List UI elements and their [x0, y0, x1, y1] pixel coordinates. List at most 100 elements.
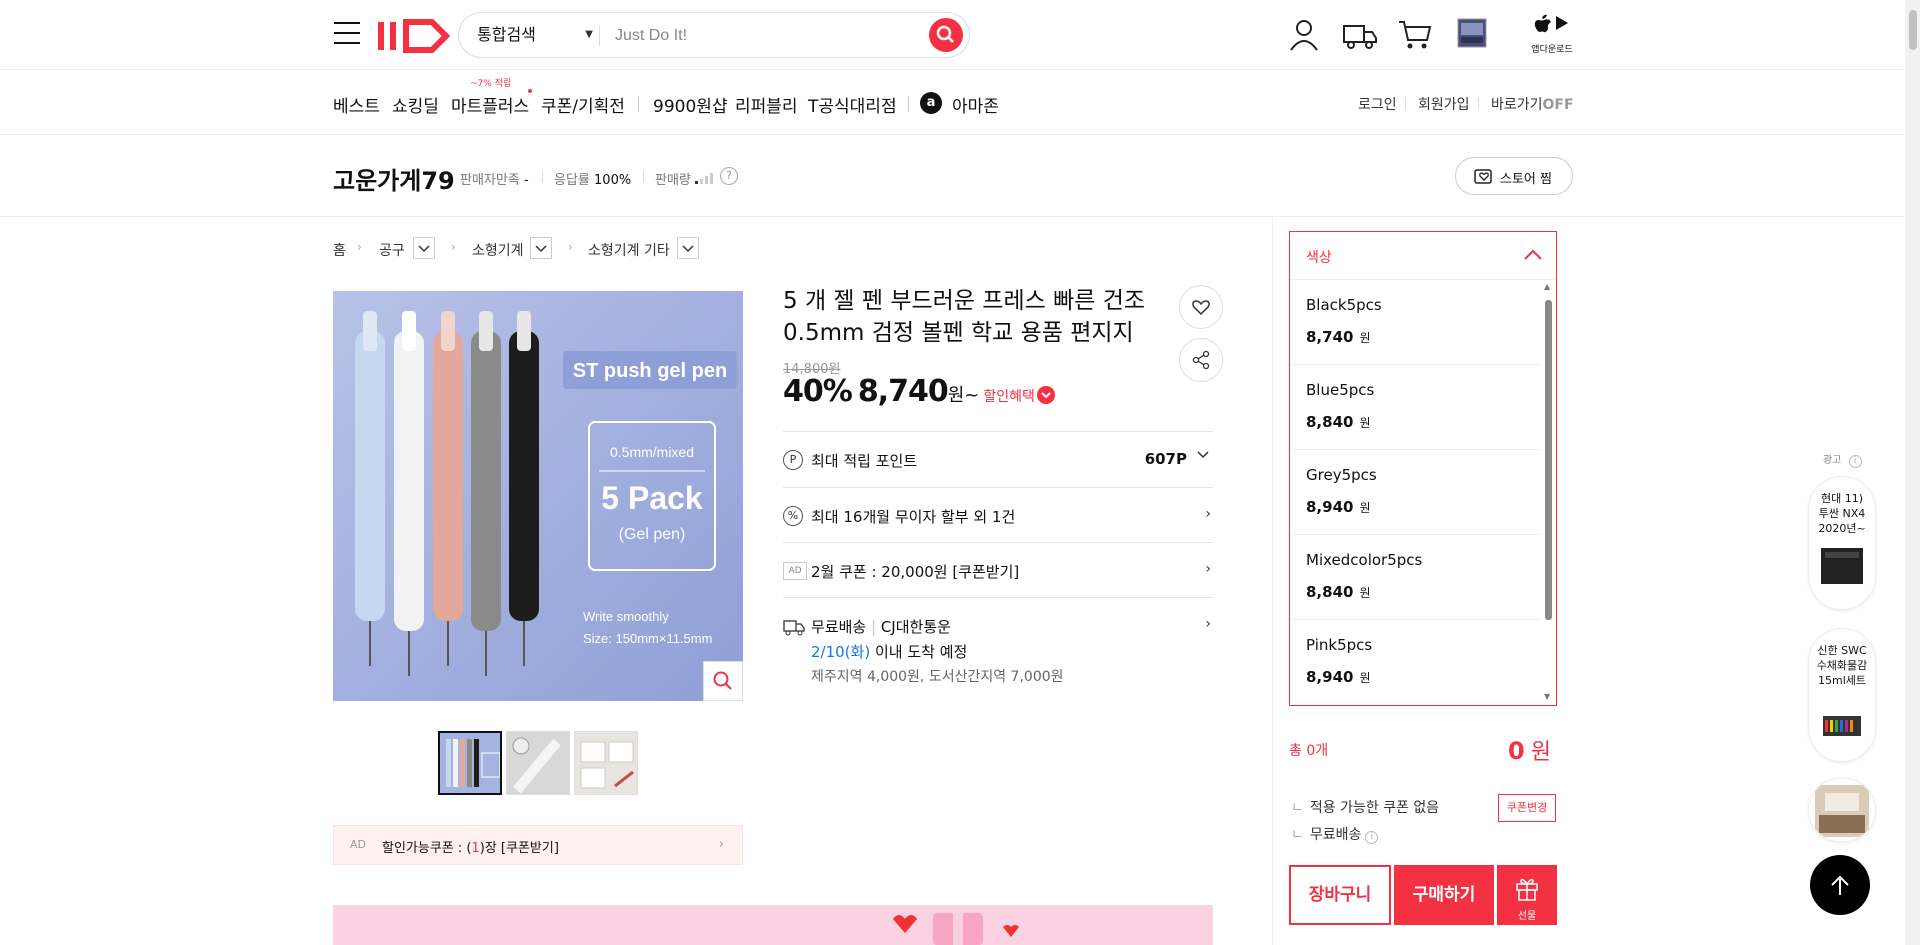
thumbnail-1[interactable] [438, 731, 502, 795]
app-download-button[interactable]: 앱다운로드 [1530, 12, 1574, 58]
option-header[interactable]: 색상 [1290, 232, 1556, 280]
points-row[interactable]: P 최대 적립 포인트 607P [783, 431, 1213, 487]
chevron-down-icon: ▼ [585, 29, 593, 40]
thumbnail-3[interactable] [574, 731, 638, 795]
option-item[interactable]: Mixedcolor5pcs 8,840 원 [1290, 535, 1540, 620]
breadcrumb-other[interactable]: 소형기계 기타 [588, 240, 670, 260]
shortcut-state: OFF [1542, 97, 1574, 113]
search-category-select[interactable]: 통합검색 ▼ [477, 13, 601, 57]
discount-benefit-link[interactable]: 할인혜택 [983, 389, 1035, 405]
store-favorite-button[interactable]: 스토어 찜 [1455, 157, 1573, 195]
delivery-truck-icon[interactable] [1340, 14, 1380, 54]
help-icon[interactable]: ? [720, 167, 738, 185]
search-button[interactable] [929, 18, 963, 52]
page-scroll-thumb[interactable] [1909, 10, 1917, 50]
sale-price: 8,740 [857, 374, 949, 409]
scroll-down-arrow[interactable]: ▼ [1544, 692, 1550, 701]
nav-item-coupon[interactable]: 쿠폰/기획전 [541, 92, 625, 117]
gift-label: 선물 [1517, 911, 1537, 922]
mart-plus-badge: ~7% 적립 [470, 79, 512, 89]
nav-item-shocking-deal[interactable]: 쇼킹딜 [392, 92, 439, 117]
chevron-right-icon: › [1205, 616, 1211, 632]
page-scrollbar[interactable] [1905, 0, 1920, 945]
logo-11st[interactable] [376, 16, 450, 54]
breadcrumb-tools[interactable]: 공구 [379, 240, 405, 260]
cart-icon[interactable] [1395, 14, 1435, 54]
ad-card-2[interactable]: 신한 SWC 수채화물감 15ml세트 [1808, 628, 1876, 762]
breadcrumb-home[interactable]: 홈 [333, 240, 346, 260]
app-download-label: 앱다운로드 [1531, 45, 1573, 55]
discount-rate: 40% [783, 374, 853, 409]
option-price: 8,940 원 [1306, 498, 1371, 516]
shipping-info: 무료배송 | CJ대한통운 [811, 618, 951, 636]
total-amount: 0원 [1508, 737, 1551, 765]
info-icon[interactable]: i [1365, 831, 1379, 844]
option-item[interactable]: Blue5pcs 8,840 원 [1290, 365, 1540, 450]
image-spec-text: 0.5mm/mixed [610, 444, 694, 460]
scroll-up-arrow[interactable]: ▲ [1544, 282, 1550, 291]
breadcrumb-dropdown[interactable] [413, 237, 435, 259]
promo-banner[interactable] [333, 905, 1213, 945]
product-main-image[interactable]: ST push gel pen 0.5mm/mixed 5 Pack (Gel … [333, 291, 743, 701]
store-heart-icon [1474, 169, 1492, 184]
store-name[interactable]: 고운가게79 [333, 161, 455, 196]
gel-pen-illustration: ST push gel pen 0.5mm/mixed 5 Pack (Gel … [333, 291, 743, 701]
divider [599, 26, 600, 46]
ad-card-3[interactable] [1808, 778, 1876, 842]
search-input[interactable] [615, 23, 905, 49]
chevron-down-circle-icon[interactable] [1036, 385, 1055, 404]
shortcut-toggle[interactable]: 바로가기OFF [1491, 94, 1574, 114]
nav-item-best[interactable]: 베스트 [333, 92, 380, 117]
coupon-row[interactable]: AD 2월 쿠폰 : 20,000원 [쿠폰받기] › [783, 542, 1213, 597]
nav-item-mart-plus[interactable]: 마트플러스 [451, 92, 529, 117]
nav-item-amazon[interactable]: 아마존 [952, 92, 999, 117]
add-to-cart-button[interactable]: 장바구니 [1289, 865, 1391, 925]
ad-tag: AD [783, 562, 807, 580]
installment-row[interactable]: % 최대 16개월 무이자 할부 외 1건 › [783, 487, 1213, 542]
divider [643, 171, 644, 183]
gift-button[interactable]: 선물 [1497, 865, 1557, 925]
thumbnail-2[interactable] [506, 731, 570, 795]
chevron-right-icon: › [451, 240, 456, 254]
coupon-change-button[interactable]: 쿠폰변경 [1498, 794, 1556, 822]
option-item[interactable]: Pink5pcs 8,940 원 [1290, 620, 1540, 705]
share-button[interactable] [1179, 338, 1223, 382]
nav-item-refurbly[interactable]: 리퍼블리 [735, 92, 798, 117]
shipping-row[interactable]: 무료배송 | CJ대한통운 2/10(화) 이내 도착 예정 제주지역 4,00… [783, 597, 1213, 691]
breadcrumb-dropdown[interactable] [530, 237, 552, 259]
breadcrumb-dropdown[interactable] [677, 237, 699, 259]
ad-card-1[interactable]: 현대 11) 투싼 NX4 2020년~ [1808, 476, 1876, 610]
user-icon[interactable] [1284, 14, 1324, 54]
sales-volume: 판매량 [655, 173, 691, 188]
scroll-to-top-button[interactable] [1810, 855, 1870, 915]
heart-icon [1192, 300, 1210, 316]
arrow-up-icon [1831, 875, 1849, 895]
buy-now-button[interactable]: 구매하기 [1394, 865, 1494, 925]
menu-icon[interactable] [334, 22, 360, 46]
signup-link[interactable]: 회원가입 [1418, 94, 1470, 114]
breadcrumb-small-machines[interactable]: 소형기계 [472, 240, 524, 260]
option-item[interactable]: Grey5pcs 8,940 원 [1290, 450, 1540, 535]
discount-coupon-bar[interactable]: AD 할인가능쿠폰 : (1)장 [쿠폰받기] › [333, 825, 743, 865]
nav-item-t-official[interactable]: T공식대리점 [808, 92, 897, 117]
points-label: 최대 적립 포인트 [811, 452, 918, 470]
ad-card-image [1821, 548, 1863, 584]
chevron-up-icon[interactable] [1522, 244, 1544, 266]
info-icon[interactable]: i [1848, 455, 1862, 468]
page: 통합검색 ▼ 앱다운로드 베스트 쇼킹딜 ~7% 적립 [0, 0, 1920, 945]
chevron-right-icon: › [1205, 506, 1211, 522]
option-selector: 색상 Black5pcs 8,740 원 Blue5pcs 8,840 원 Grey… [1289, 231, 1557, 706]
login-link[interactable]: 로그인 [1358, 94, 1397, 114]
installment-label: 최대 16개월 무이자 할부 외 1건 [811, 508, 1016, 526]
ad-label: 광고 i [1823, 451, 1862, 468]
recent-view-thumbnail[interactable] [1452, 14, 1492, 54]
nav-item-9900[interactable]: 9900원샵 [653, 92, 728, 117]
option-item[interactable]: Black5pcs 8,740 원 [1290, 280, 1540, 365]
no-coupon-note: ㄴ 적용 가능한 쿠폰 없음 [1291, 800, 1440, 816]
truck-icon [783, 620, 805, 636]
wishlist-button[interactable] [1179, 285, 1223, 329]
scroll-thumb[interactable] [1545, 300, 1552, 620]
option-scrollbar[interactable]: ▲ ▼ [1542, 280, 1554, 705]
header: 통합검색 ▼ 앱다운로드 [0, 0, 1905, 70]
zoom-button[interactable] [703, 661, 743, 701]
